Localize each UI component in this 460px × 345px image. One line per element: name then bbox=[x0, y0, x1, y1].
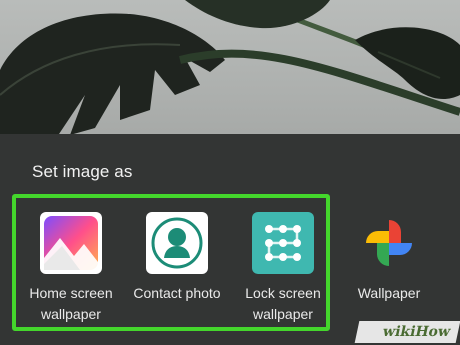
gallery-icon bbox=[40, 212, 102, 274]
home-screen-wallpaper-label: Home screen wallpaper bbox=[29, 285, 113, 322]
lock-screen-wallpaper-option[interactable]: Lock screen wallpaper bbox=[228, 212, 338, 325]
pinwheel-icon bbox=[358, 212, 420, 274]
wallpaper-label: Wallpaper bbox=[357, 285, 421, 301]
wikihow-watermark: wikiHow bbox=[354, 321, 460, 343]
set-image-as-sheet: Set image as Home screen wallpaper Conta… bbox=[0, 134, 460, 345]
contact-person-icon bbox=[146, 212, 208, 274]
contact-photo-label: Contact photo bbox=[133, 285, 221, 301]
home-screen-wallpaper-option[interactable]: Home screen wallpaper bbox=[16, 212, 126, 325]
lock-screen-wallpaper-label: Lock screen wallpaper bbox=[245, 285, 321, 322]
contact-photo-option[interactable]: Contact photo bbox=[122, 212, 232, 304]
pattern-lock-icon bbox=[252, 212, 314, 274]
sheet-title: Set image as bbox=[32, 162, 133, 181]
background-photo bbox=[0, 0, 460, 140]
wallpaper-option[interactable]: Wallpaper bbox=[334, 212, 444, 304]
monstera-leaf-image bbox=[0, 0, 460, 140]
